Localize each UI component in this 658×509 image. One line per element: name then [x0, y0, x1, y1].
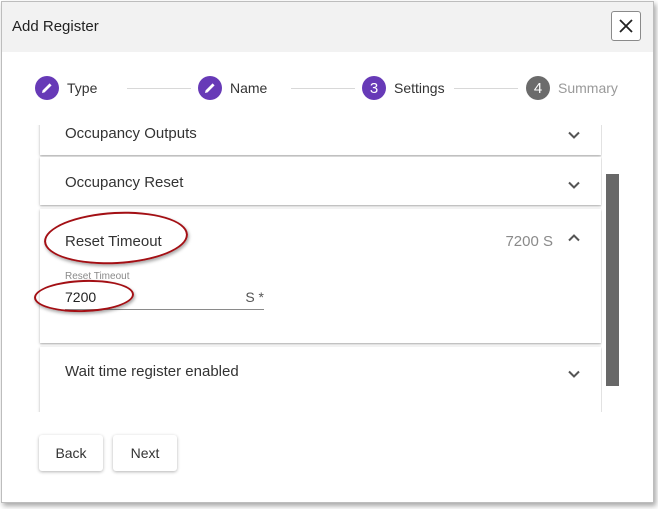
step-summary[interactable]: 4 Summary — [526, 76, 618, 100]
close-icon — [619, 19, 633, 33]
panel-title: Wait time register enabled — [65, 363, 239, 380]
panel-wait-time-register: Wait time register enabled — [40, 347, 601, 412]
reset-timeout-field-label: Reset Timeout — [65, 271, 130, 282]
panel-occupancy-outputs-header[interactable]: Occupancy Outputs — [40, 125, 601, 153]
step-summary-circle: 4 — [526, 76, 550, 100]
step-connector — [454, 88, 518, 89]
chevron-down-icon — [568, 370, 580, 378]
step-name[interactable]: Name — [198, 76, 267, 100]
dialog-titlebar: Add Register — [2, 2, 653, 52]
scrollbar-thumb[interactable] — [606, 174, 619, 386]
panel-occupancy-reset-header[interactable]: Occupancy Reset — [40, 157, 601, 205]
chevron-down-icon — [568, 181, 580, 189]
panel-title: Occupancy Outputs — [65, 125, 197, 142]
step-type-label: Type — [67, 80, 98, 96]
pencil-icon — [42, 83, 52, 93]
step-type[interactable]: Type — [35, 76, 97, 100]
step-settings-label: Settings — [394, 80, 445, 96]
back-button[interactable]: Back — [39, 435, 103, 471]
step-name-circle — [198, 76, 222, 100]
reset-timeout-input-value: 7200 — [65, 289, 97, 305]
step-summary-label: Summary — [558, 80, 618, 96]
close-button[interactable] — [611, 11, 641, 41]
step-connector — [291, 88, 355, 89]
panel-occupancy-outputs: Occupancy Outputs — [40, 125, 601, 155]
panel-current-value: 7200 S — [505, 233, 553, 250]
reset-timeout-unit: S * — [245, 289, 264, 305]
pencil-icon — [205, 83, 215, 93]
add-register-dialog: Add Register Type Name 3 Settings 4 Summ… — [1, 1, 654, 503]
panel-title: Reset Timeout — [65, 233, 162, 250]
chevron-up-icon — [568, 234, 580, 242]
next-button[interactable]: Next — [113, 435, 177, 471]
panel-wait-time-register-header[interactable]: Wait time register enabled — [40, 347, 601, 395]
wizard-stepper: Type Name 3 Settings 4 Summary — [2, 52, 653, 125]
step-type-circle — [35, 76, 59, 100]
step-settings-circle: 3 — [362, 76, 386, 100]
panel-occupancy-reset: Occupancy Reset — [40, 157, 601, 205]
step-name-label: Name — [230, 80, 268, 96]
step-settings[interactable]: 3 Settings — [362, 76, 445, 100]
panel-title: Occupancy Reset — [65, 174, 184, 191]
step-connector — [127, 88, 191, 89]
panel-reset-timeout-header[interactable]: Reset Timeout 7200 S — [40, 209, 601, 269]
dialog-title: Add Register — [12, 18, 99, 35]
chevron-down-icon — [568, 131, 580, 139]
panel-reset-timeout: Reset Timeout 7200 S Reset Timeout 7200 … — [40, 209, 601, 343]
reset-timeout-input[interactable]: 7200 S * — [65, 286, 264, 310]
settings-panels: Occupancy Outputs Occupancy Reset Reset … — [2, 125, 602, 412]
